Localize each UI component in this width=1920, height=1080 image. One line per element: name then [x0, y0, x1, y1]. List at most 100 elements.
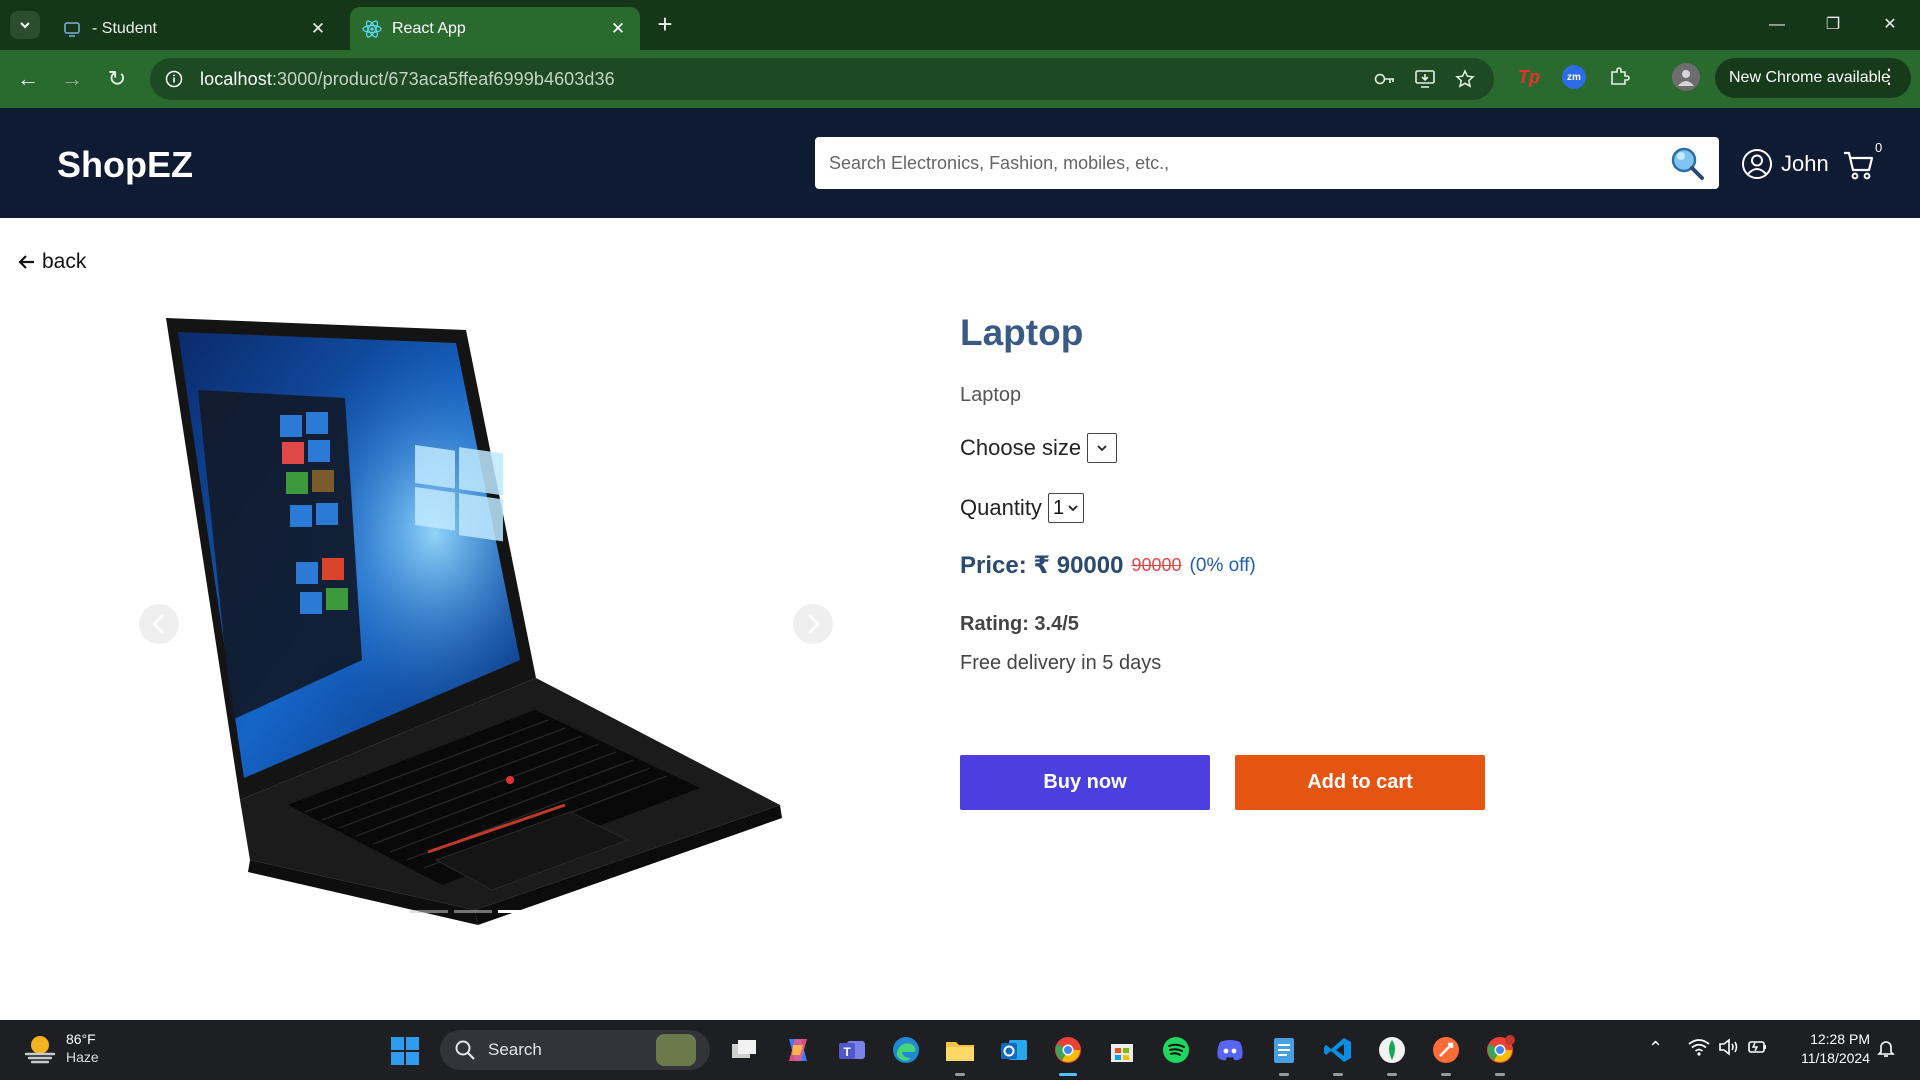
notepad-icon[interactable]: [1266, 1032, 1302, 1076]
cart-count-badge: 0: [1875, 140, 1883, 155]
product-details: Laptop Laptop Choose size Quantity 1 Pri…: [960, 312, 1760, 675]
task-view-icon[interactable]: [726, 1032, 762, 1068]
chevron-down-icon: [1097, 445, 1107, 452]
quantity-select[interactable]: 1: [1047, 493, 1085, 523]
close-icon[interactable]: ✕: [308, 19, 328, 39]
carousel-indicators: [410, 910, 536, 913]
forward-arrow-icon[interactable]: →: [58, 65, 86, 93]
back-arrow-icon[interactable]: ←: [14, 65, 42, 93]
windows-taskbar: 86°F Haze Search T ⌃ 12:28 PM 11/18/2024: [0, 1020, 1920, 1080]
tab-search-button[interactable]: [10, 11, 40, 39]
search-highlight-icon: [656, 1034, 696, 1066]
minimize-icon[interactable]: —: [1757, 12, 1797, 38]
site-info-icon[interactable]: [162, 67, 186, 91]
haze-sun-icon: [24, 1036, 56, 1064]
mongodb-compass-icon[interactable]: [1374, 1032, 1410, 1076]
active-indicator: [1059, 1073, 1077, 1076]
teams-icon[interactable]: T: [834, 1032, 870, 1068]
tab-react-app[interactable]: React App ✕: [350, 7, 640, 50]
reload-icon[interactable]: ↻: [103, 65, 131, 93]
weather-condition: Haze: [66, 1049, 99, 1065]
close-window-icon[interactable]: ✕: [1870, 12, 1910, 38]
tp-extension-icon[interactable]: Tp: [1515, 63, 1543, 91]
temperature: 86°F: [66, 1031, 96, 1047]
weather-widget[interactable]: 86°F Haze: [22, 1030, 99, 1066]
tab-title: - Student: [92, 19, 157, 37]
user-name: John: [1781, 151, 1829, 176]
size-select[interactable]: [1087, 433, 1118, 463]
file-explorer-icon[interactable]: [942, 1032, 978, 1076]
vscode-icon[interactable]: [1320, 1032, 1356, 1076]
laptop-product-image: [166, 318, 782, 925]
address-bar[interactable]: localhost:3000/product/673aca5ffeaf6999b…: [150, 58, 1494, 100]
product-image-carousel: [139, 300, 834, 952]
new-chrome-available-button[interactable]: New Chrome available ⋮: [1715, 58, 1911, 98]
product-description: Laptop: [960, 384, 1022, 406]
copilot-icon[interactable]: [780, 1032, 816, 1068]
taskbar-search-label: Search: [488, 1040, 542, 1059]
battery-icon[interactable]: [1746, 1038, 1768, 1061]
search-icon: [455, 1040, 475, 1060]
windows-start-icon[interactable]: [390, 1036, 420, 1066]
taskbar-search[interactable]: Search: [440, 1030, 710, 1070]
chevron-down-icon: [1068, 505, 1078, 512]
url-text: localhost:3000/product/673aca5ffeaf6999b…: [200, 68, 615, 89]
carousel-next-button[interactable]: [793, 604, 833, 644]
carousel-indicator[interactable]: [410, 910, 448, 913]
new-tab-button[interactable]: +: [652, 11, 678, 38]
spotify-icon[interactable]: [1158, 1032, 1194, 1068]
notification-bell-icon[interactable]: [1876, 1038, 1896, 1063]
postman-icon[interactable]: [1428, 1032, 1464, 1076]
wifi-icon[interactable]: [1688, 1038, 1710, 1061]
tab-title: React App: [392, 19, 466, 37]
key-icon[interactable]: [1372, 66, 1398, 92]
edge-icon[interactable]: [888, 1032, 924, 1068]
react-icon: [362, 19, 382, 39]
carousel-indicator-active[interactable]: [498, 910, 536, 913]
star-icon[interactable]: [1452, 66, 1478, 92]
microsoft-store-icon[interactable]: [1104, 1032, 1140, 1068]
outlook-icon[interactable]: [996, 1032, 1032, 1068]
monitor-icon: [62, 19, 82, 39]
chevron-up-icon[interactable]: ⌃: [1648, 1038, 1663, 1059]
chevron-left-icon: [152, 614, 164, 634]
search-icon[interactable]: [1669, 145, 1705, 181]
brand-logo[interactable]: ShopEZ: [57, 144, 193, 186]
carousel-prev-button[interactable]: [139, 604, 179, 644]
install-app-icon[interactable]: [1412, 66, 1438, 92]
running-indicator: [1333, 1073, 1343, 1076]
zoom-extension-icon[interactable]: zm: [1560, 63, 1588, 91]
running-indicator: [1387, 1073, 1397, 1076]
close-icon[interactable]: ✕: [608, 19, 628, 39]
system-clock[interactable]: 12:28 PM 11/18/2024: [1780, 1030, 1870, 1068]
product-rating: Rating: 3.4/5: [960, 613, 1079, 635]
more-menu-icon[interactable]: ⋮: [1879, 66, 1899, 88]
puzzle-extensions-icon[interactable]: [1605, 63, 1633, 91]
buy-now-button[interactable]: Buy now: [960, 755, 1210, 810]
user-circle-icon: [1742, 149, 1772, 179]
add-to-cart-button[interactable]: Add to cart: [1235, 755, 1485, 810]
clock-date: 11/18/2024: [1800, 1050, 1870, 1066]
cart-icon[interactable]: [1842, 148, 1876, 182]
running-indicator: [1279, 1073, 1289, 1076]
running-indicator: [955, 1073, 965, 1076]
site-header: ShopEZ John 0: [0, 108, 1920, 218]
volume-icon[interactable]: [1718, 1038, 1740, 1061]
discord-icon[interactable]: [1212, 1032, 1248, 1068]
user-menu[interactable]: John: [1741, 148, 1829, 180]
svg-text:T: T: [843, 1045, 851, 1059]
current-price: Price: ₹ 90000: [960, 552, 1124, 579]
carousel-indicator[interactable]: [454, 910, 492, 913]
restore-icon[interactable]: ❐: [1813, 12, 1853, 38]
product-title: Laptop: [960, 312, 1084, 353]
search-input[interactable]: [815, 152, 1635, 174]
back-label: back: [42, 250, 87, 273]
tab-student[interactable]: - Student ✕: [50, 7, 340, 50]
back-link[interactable]: back: [18, 250, 86, 274]
quantity-value: 1: [1052, 496, 1065, 519]
discount-label: (0% off): [1189, 554, 1256, 576]
profile-avatar[interactable]: [1672, 63, 1700, 91]
chrome-profile-icon[interactable]: [1482, 1032, 1518, 1076]
chrome-icon[interactable]: [1050, 1032, 1086, 1076]
running-indicator: [1441, 1073, 1451, 1076]
